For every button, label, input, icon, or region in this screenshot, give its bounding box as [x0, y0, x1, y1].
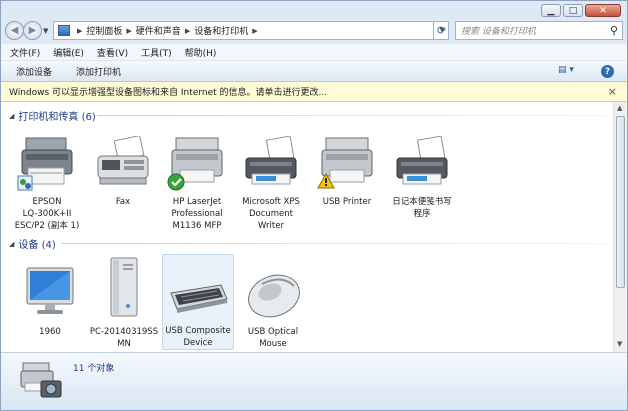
window-controls: ▁ □ ✕	[539, 4, 621, 17]
details-pane: 11 个对象	[1, 352, 627, 410]
group-divider	[61, 243, 607, 244]
scroll-up-icon[interactable]: ▲	[617, 104, 622, 112]
chevron-right-icon[interactable]: ▶	[77, 27, 82, 35]
collapse-triangle-icon[interactable]: ◢	[9, 112, 14, 120]
title-bar: ▁ □ ✕	[1, 1, 627, 21]
search-input[interactable]: 搜索 设备和打印机 ⚲	[455, 21, 623, 40]
maximize-button[interactable]: □	[563, 4, 583, 17]
device-usb-mouse[interactable]: USB Optical Mouse	[237, 266, 309, 350]
devices-printers-icon	[20, 362, 62, 398]
mouse-icon	[248, 274, 300, 318]
device-usb-composite[interactable]: USB Composite Device	[162, 254, 234, 350]
menu-edit[interactable]: 编辑(E)	[53, 46, 84, 59]
back-arrow-icon: ◀	[10, 25, 19, 36]
device-label: PC-20140319SS MN	[89, 327, 159, 349]
scroll-down-icon[interactable]: ▼	[617, 340, 622, 348]
printer-icon	[396, 136, 448, 185]
search-placeholder: 搜索 设备和打印机	[461, 27, 536, 37]
refresh-icon: ⟳	[436, 24, 447, 37]
refresh-button[interactable]: ⟳	[433, 21, 449, 40]
item-count: 11 个对象	[73, 364, 115, 374]
device-xps-writer[interactable]: Microsoft XPS Document Writer	[235, 136, 307, 232]
help-icon[interactable]: ?	[601, 65, 614, 78]
breadcrumb-control-panel[interactable]: 控制面板	[86, 24, 122, 37]
explorer-window: ▁ □ ✕ ◀ ▶ ▼ ▶ 控制面板 ▶ 硬件和声音 ▶ 设备和打印机 ▶ ▼ …	[0, 0, 628, 411]
monitor-icon	[26, 267, 74, 314]
computer-tower-icon	[110, 257, 138, 317]
forward-button[interactable]: ▶	[23, 21, 42, 40]
devices-content-pane: ◢ 打印机和传真 (6) EPSON LQ-300K+II ESC/P2 (副本…	[1, 102, 613, 352]
device-journal-note-writer[interactable]: 日记本便笺书写 程序	[386, 136, 458, 220]
menu-file[interactable]: 文件(F)	[10, 46, 40, 59]
device-label: USB Printer	[322, 197, 372, 207]
info-bar[interactable]: Windows 可以显示增强型设备图标和来自 Internet 的信息。请单击进…	[1, 82, 627, 102]
forward-arrow-icon: ▶	[28, 25, 37, 36]
collapse-triangle-icon[interactable]: ◢	[9, 240, 14, 248]
device-computer[interactable]: PC-20140319SS MN	[88, 256, 160, 350]
minimize-icon: ▁	[547, 5, 555, 16]
printer-icon	[245, 136, 297, 185]
close-icon: ✕	[599, 5, 607, 16]
navigation-row: ◀ ▶ ▼ ▶ 控制面板 ▶ 硬件和声音 ▶ 设备和打印机 ▶ ▼ ⟳ 搜索 设…	[1, 19, 627, 43]
maximize-icon: □	[568, 5, 578, 16]
group-printers-header[interactable]: ◢ 打印机和传真 (6)	[9, 108, 96, 124]
add-device-button[interactable]: 添加设备	[16, 65, 52, 78]
search-icon[interactable]: ⚲	[610, 24, 618, 37]
chevron-right-icon[interactable]: ▶	[185, 27, 190, 35]
add-printer-button[interactable]: 添加打印机	[76, 65, 121, 78]
breadcrumb-devices-printers[interactable]: 设备和打印机	[194, 24, 248, 37]
device-label: Fax	[115, 197, 131, 207]
device-monitor-1960[interactable]: 1960	[14, 266, 86, 338]
menu-view[interactable]: 查看(V)	[97, 46, 128, 59]
device-epson-printer[interactable]: EPSON LQ-300K+II ESC/P2 (副本 1)	[11, 136, 83, 232]
control-panel-icon	[58, 25, 70, 36]
device-fax[interactable]: Fax	[87, 136, 159, 208]
device-label: Microsoft XPS Document Writer	[242, 197, 300, 231]
device-usb-printer[interactable]: USB Printer	[311, 136, 383, 208]
device-hp-laserjet[interactable]: HP LaserJet Professional M1136 MFP	[161, 136, 233, 232]
keyboard-icon	[170, 284, 228, 313]
group-divider	[97, 115, 607, 116]
info-bar-text: Windows 可以显示增强型设备图标和来自 Internet 的信息。请单击进…	[9, 88, 328, 98]
chevron-right-icon[interactable]: ▶	[252, 27, 257, 35]
command-bar: 添加设备 添加打印机 ▤ ▾ ?	[1, 61, 627, 82]
device-label: 日记本便笺书写 程序	[392, 197, 452, 219]
address-bar[interactable]: ▶ 控制面板 ▶ 硬件和声音 ▶ 设备和打印机 ▶ ▼	[53, 21, 449, 40]
group-devices-header[interactable]: ◢ 设备 (4)	[9, 236, 56, 252]
group-printers-title: 打印机和传真 (6)	[18, 112, 96, 123]
scrollbar-thumb[interactable]	[616, 116, 625, 288]
device-label: HP LaserJet Professional M1136 MFP	[171, 197, 223, 231]
close-button[interactable]: ✕	[585, 4, 621, 17]
group-devices-title: 设备 (4)	[18, 240, 56, 251]
change-view-button[interactable]: ▤ ▾	[558, 65, 574, 75]
device-label: USB Optical Mouse	[247, 327, 299, 349]
menu-bar: 文件(F) 编辑(E) 查看(V) 工具(T) 帮助(H)	[1, 44, 627, 61]
chevron-right-icon[interactable]: ▶	[126, 27, 131, 35]
printer-icon	[167, 137, 223, 191]
breadcrumb-hardware-sound[interactable]: 硬件和声音	[136, 24, 181, 37]
fax-icon	[97, 136, 149, 185]
minimize-button[interactable]: ▁	[541, 4, 561, 17]
printer-icon	[317, 137, 373, 189]
vertical-scrollbar[interactable]: ▲ ▼	[613, 102, 627, 352]
recent-pages-dropdown-icon[interactable]: ▼	[43, 27, 48, 35]
back-button[interactable]: ◀	[5, 21, 24, 40]
menu-help[interactable]: 帮助(H)	[185, 46, 217, 59]
device-label: 1960	[39, 327, 61, 337]
menu-tools[interactable]: 工具(T)	[141, 46, 172, 59]
device-label: USB Composite Device	[165, 326, 231, 348]
printer-icon	[17, 137, 73, 191]
device-label: EPSON LQ-300K+II ESC/P2 (副本 1)	[14, 197, 80, 231]
close-info-bar-icon[interactable]: ×	[608, 85, 617, 98]
